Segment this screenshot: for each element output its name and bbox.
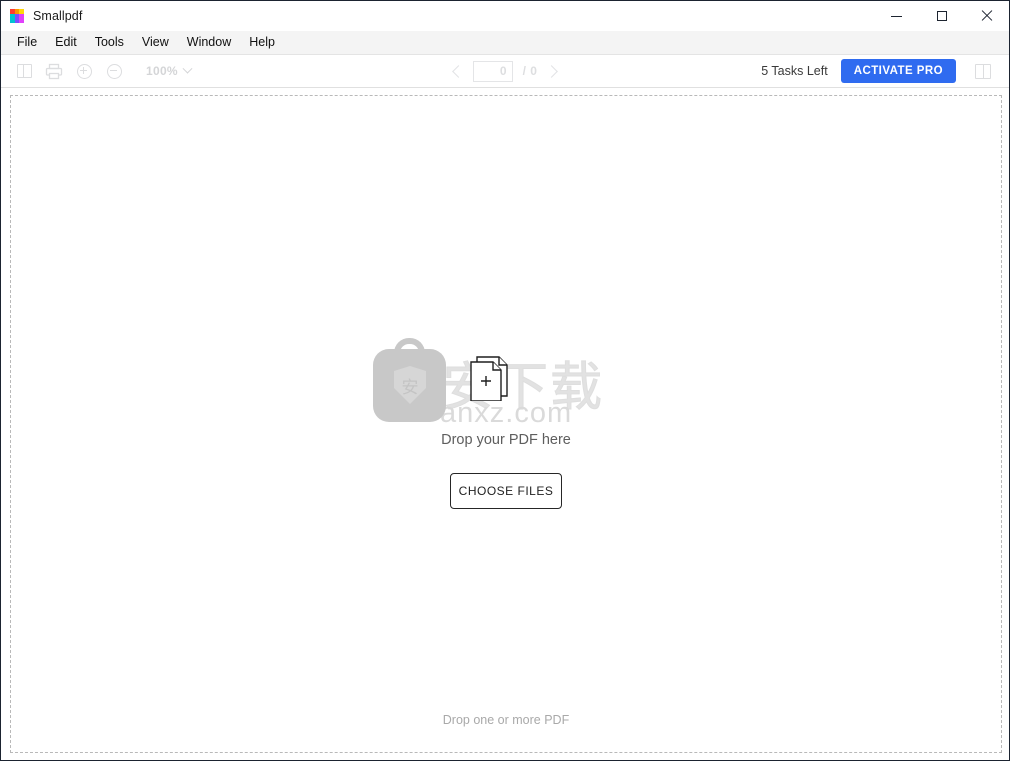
toolbar-left-group: 100% bbox=[10, 58, 193, 84]
panel-right-icon bbox=[975, 63, 991, 79]
dropzone-footer-hint: Drop one or more PDF bbox=[442, 713, 570, 727]
menu-bar: File Edit Tools View Window Help bbox=[1, 31, 1009, 55]
window-title: Smallpdf bbox=[33, 9, 83, 23]
add-pdf-document-icon bbox=[470, 356, 508, 401]
activate-pro-button[interactable]: ACTIVATE PRO bbox=[840, 59, 956, 83]
chevron-down-icon bbox=[182, 63, 193, 74]
maximize-button[interactable] bbox=[919, 1, 964, 31]
dropzone-artwork: 安下载 anxz.com 安 bbox=[356, 338, 656, 429]
choose-files-button[interactable]: CHOOSE FILES bbox=[450, 473, 562, 509]
chevron-right-icon[interactable] bbox=[545, 64, 559, 78]
printer-icon bbox=[45, 63, 63, 79]
zoom-in-button[interactable] bbox=[70, 58, 98, 84]
menu-item-view[interactable]: View bbox=[133, 33, 178, 52]
total-pages-label: / 0 bbox=[522, 64, 538, 78]
app-window: Smallpdf File Edit Tools View Window Hel… bbox=[0, 0, 1010, 761]
menu-item-edit[interactable]: Edit bbox=[46, 33, 86, 52]
zoom-in-icon bbox=[76, 63, 92, 79]
menu-item-tools[interactable]: Tools bbox=[86, 33, 133, 52]
watermark-domain-text: anxz.com bbox=[440, 397, 573, 429]
tasks-left-label: 5 Tasks Left bbox=[761, 64, 828, 78]
window-controls bbox=[874, 1, 1009, 31]
toolbar-right-group: 5 Tasks Left ACTIVATE PRO bbox=[761, 58, 997, 84]
close-icon bbox=[981, 10, 993, 22]
minimize-button[interactable] bbox=[874, 1, 919, 31]
current-page-input[interactable]: 0 bbox=[472, 60, 513, 82]
right-panel-toggle-button[interactable] bbox=[969, 58, 997, 84]
document-stage: 安下载 anxz.com 安 Drop your PDF here CHOOSE… bbox=[1, 88, 1009, 760]
pdf-dropzone[interactable]: 安下载 anxz.com 安 Drop your PDF here CHOOSE… bbox=[10, 95, 1002, 753]
menu-item-file[interactable]: File bbox=[8, 33, 46, 52]
close-button[interactable] bbox=[964, 1, 1009, 31]
zoom-out-icon bbox=[106, 63, 122, 79]
panel-left-icon bbox=[16, 64, 32, 78]
menu-item-help[interactable]: Help bbox=[240, 33, 284, 52]
smallpdf-logo-icon bbox=[10, 9, 24, 23]
dropzone-content: 安下载 anxz.com 安 Drop your PDF here CHOOSE… bbox=[11, 338, 1001, 509]
zoom-level-selector[interactable]: 100% bbox=[146, 63, 193, 78]
toolbar: 100% 0 / 0 5 Tasks Left ACTIVATE PRO bbox=[1, 55, 1009, 88]
print-button[interactable] bbox=[40, 58, 68, 84]
maximize-icon bbox=[936, 11, 947, 21]
title-bar: Smallpdf bbox=[1, 1, 1009, 31]
logo-cell bbox=[19, 18, 24, 23]
chevron-left-icon[interactable] bbox=[451, 64, 465, 78]
minimize-icon bbox=[891, 15, 902, 17]
zoom-level-value: 100% bbox=[146, 64, 178, 78]
zoom-out-button[interactable] bbox=[100, 58, 128, 84]
dropzone-title: Drop your PDF here bbox=[441, 432, 571, 448]
menu-item-window[interactable]: Window bbox=[178, 33, 240, 52]
sidebar-toggle-button[interactable] bbox=[10, 58, 38, 84]
